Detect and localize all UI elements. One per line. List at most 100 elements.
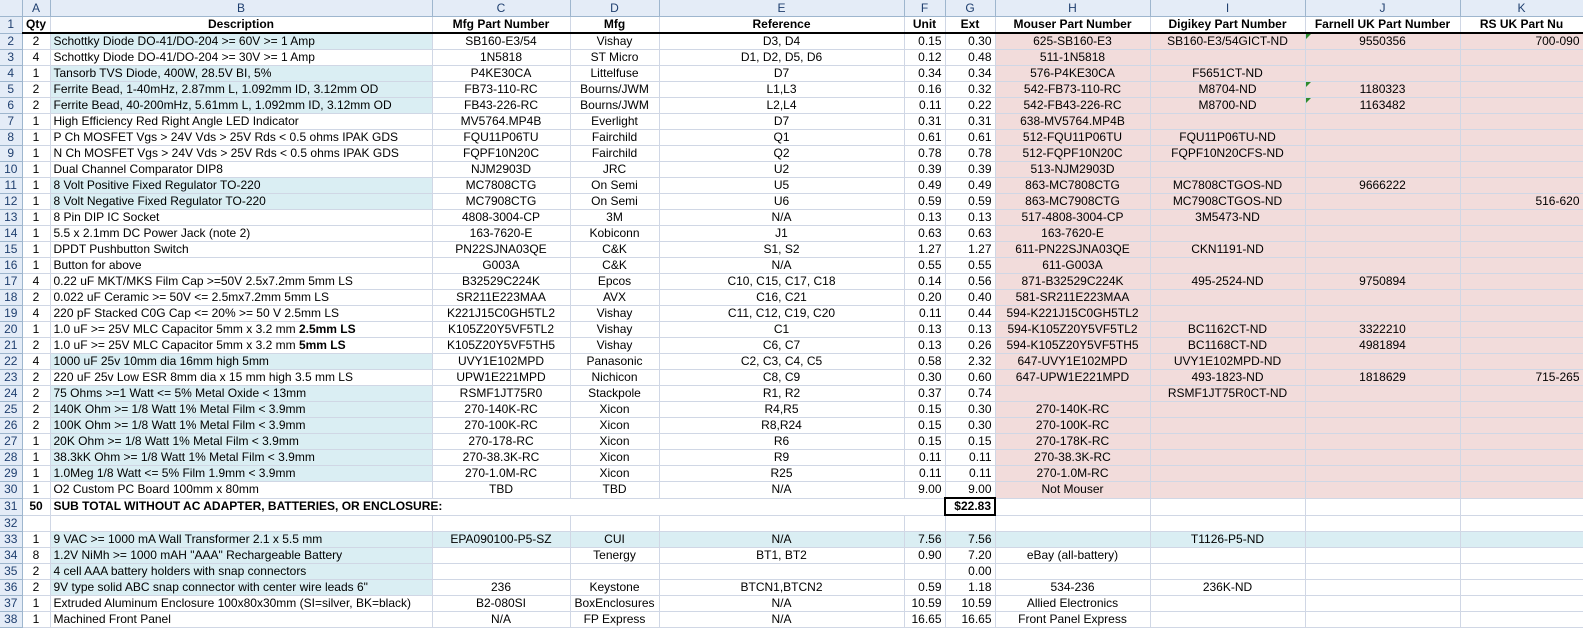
cell-mfg[interactable]: Xicon [570,465,660,482]
cell-qty[interactable]: 4 [22,353,51,370]
cell-ext[interactable]: 0.22 [945,97,996,114]
cell-reference[interactable]: D7 [659,113,905,130]
cell-digikey[interactable] [1150,257,1306,274]
empty-cell[interactable] [1460,498,1583,516]
cell-ext[interactable]: 0.39 [945,161,996,178]
cell-mfg[interactable]: Tenergy [570,547,660,564]
cell-ext[interactable]: 0.56 [945,273,996,290]
cell-ext[interactable]: 0.63 [945,225,996,242]
cell-mfg[interactable]: ST Micro [570,49,660,66]
cell-reference[interactable]: C10, C15, C17, C18 [659,273,905,290]
cell-reference[interactable] [659,563,905,580]
cell-mouser[interactable] [995,563,1151,580]
cell-mfg-part-number[interactable]: 270-100K-RC [432,417,571,434]
cell-unit[interactable]: 0.37 [904,385,946,402]
cell-description[interactable]: Button for above [50,257,433,274]
cell-mfg[interactable]: Vishay [570,33,660,50]
cell-farnell[interactable] [1305,595,1461,612]
column-header-k[interactable]: K [1460,0,1583,17]
cell-unit[interactable]: 9.00 [904,481,946,499]
cell-ext[interactable]: 7.20 [945,547,996,564]
cell-mfg-part-number[interactable]: G003A [432,257,571,274]
cell-mouser[interactable]: 647-UPW1E221MPD [995,369,1151,386]
cell-farnell[interactable] [1305,65,1461,82]
cell-farnell[interactable] [1305,193,1461,210]
cell-ext[interactable]: 0.40 [945,289,996,306]
header-cell-reference[interactable]: Reference [659,16,905,34]
cell-unit[interactable]: 0.13 [904,209,946,226]
cell-digikey[interactable]: 236K-ND [1150,579,1306,596]
row-header[interactable]: 17 [0,273,23,290]
cell-description[interactable]: 0.022 uF Ceramic >= 50V <= 2.5mx7.2mm 5m… [50,289,433,306]
cell-rs[interactable] [1460,547,1583,564]
cell-ext[interactable]: 0.61 [945,129,996,146]
cell-description[interactable]: 0.22 uF MKT/MKS Film Cap >=50V 2.5x7.2mm… [50,273,433,290]
cell-qty[interactable]: 2 [22,401,51,418]
cell-unit[interactable]: 0.39 [904,161,946,178]
cell-description[interactable]: 220 pF Stacked C0G Cap <= 20% >= 50 V 2.… [50,305,433,322]
cell-digikey[interactable]: BC1162CT-ND [1150,321,1306,338]
cell-digikey[interactable]: F5651CT-ND [1150,65,1306,82]
cell-reference[interactable]: C8, C9 [659,369,905,386]
cell-mfg[interactable]: Vishay [570,337,660,354]
cell-mfg-part-number[interactable]: NJM2903D [432,161,571,178]
cell-mouser[interactable]: 542-FB43-226-RC [995,97,1151,114]
cell-mfg-part-number[interactable]: RSMF1JT75R0 [432,385,571,402]
cell-qty[interactable]: 4 [22,273,51,290]
cell-rs[interactable] [1460,129,1583,146]
cell-farnell[interactable] [1305,401,1461,418]
cell-mouser[interactable]: 581-SR211E223MAA [995,289,1151,306]
cell-reference[interactable]: N/A [659,595,905,612]
cell-mfg-part-number[interactable]: FQU11P06TU [432,129,571,146]
cell-ext[interactable]: 0.11 [945,449,996,466]
cell-mfg-part-number[interactable] [432,547,571,564]
cell-description[interactable]: 1000 uF 25v 10mm dia 16mm high 5mm [50,353,433,370]
cell-farnell[interactable] [1305,225,1461,242]
cell-description[interactable]: O2 Custom PC Board 100mm x 80mm [50,481,433,499]
header-cell-rs[interactable]: RS UK Part Nu [1460,16,1583,34]
cell-reference[interactable]: BT1, BT2 [659,547,905,564]
cell-rs[interactable] [1460,417,1583,434]
header-cell-mouser[interactable]: Mouser Part Number [995,16,1151,34]
row-header[interactable]: 38 [0,611,23,628]
cell-ext[interactable]: 0.48 [945,49,996,66]
empty-cell[interactable] [945,515,996,532]
cell-qty[interactable]: 2 [22,97,51,114]
header-cell-ext[interactable]: Ext [945,16,996,34]
cell-description[interactable]: Extruded Aluminum Enclosure 100x80x30mm … [50,595,433,612]
cell-mfg[interactable] [570,563,660,580]
cell-ext[interactable]: 0.13 [945,321,996,338]
cell-mouser[interactable]: 511-1N5818 [995,49,1151,66]
cell-qty[interactable]: 2 [22,289,51,306]
cell-rs[interactable] [1460,97,1583,114]
cell-mfg[interactable]: BoxEnclosures [570,595,660,612]
empty-cell[interactable] [1305,515,1461,532]
cell-mfg[interactable]: On Semi [570,193,660,210]
row-header[interactable]: 25 [0,401,23,418]
cell-unit[interactable]: 0.49 [904,177,946,194]
cell-mfg-part-number[interactable]: B32529C224K [432,273,571,290]
cell-farnell[interactable] [1305,449,1461,466]
cell-unit[interactable]: 0.14 [904,273,946,290]
cell-unit[interactable]: 0.15 [904,417,946,434]
header-cell-mfg-part-number[interactable]: Mfg Part Number [432,16,571,34]
cell-unit[interactable]: 0.11 [904,305,946,322]
cell-farnell[interactable] [1305,481,1461,499]
cell-mfg[interactable]: Xicon [570,433,660,450]
cell-rs[interactable] [1460,113,1583,130]
cell-digikey[interactable] [1150,113,1306,130]
cell-rs[interactable] [1460,289,1583,306]
cell-reference[interactable]: N/A [659,481,905,499]
cell-qty[interactable]: 2 [22,337,51,354]
cell-mfg-part-number[interactable]: FB43-226-RC [432,97,571,114]
cell-mfg[interactable]: Xicon [570,401,660,418]
cell-unit[interactable]: 0.34 [904,65,946,82]
cell-farnell[interactable] [1305,579,1461,596]
row-header[interactable]: 32 [0,515,23,532]
cell-farnell[interactable] [1305,611,1461,628]
cell-mouser[interactable]: 163-7620-E [995,225,1151,242]
cell-farnell[interactable] [1305,385,1461,402]
cell-unit[interactable]: 0.90 [904,547,946,564]
cell-farnell[interactable] [1305,353,1461,370]
cell-farnell[interactable] [1305,547,1461,564]
